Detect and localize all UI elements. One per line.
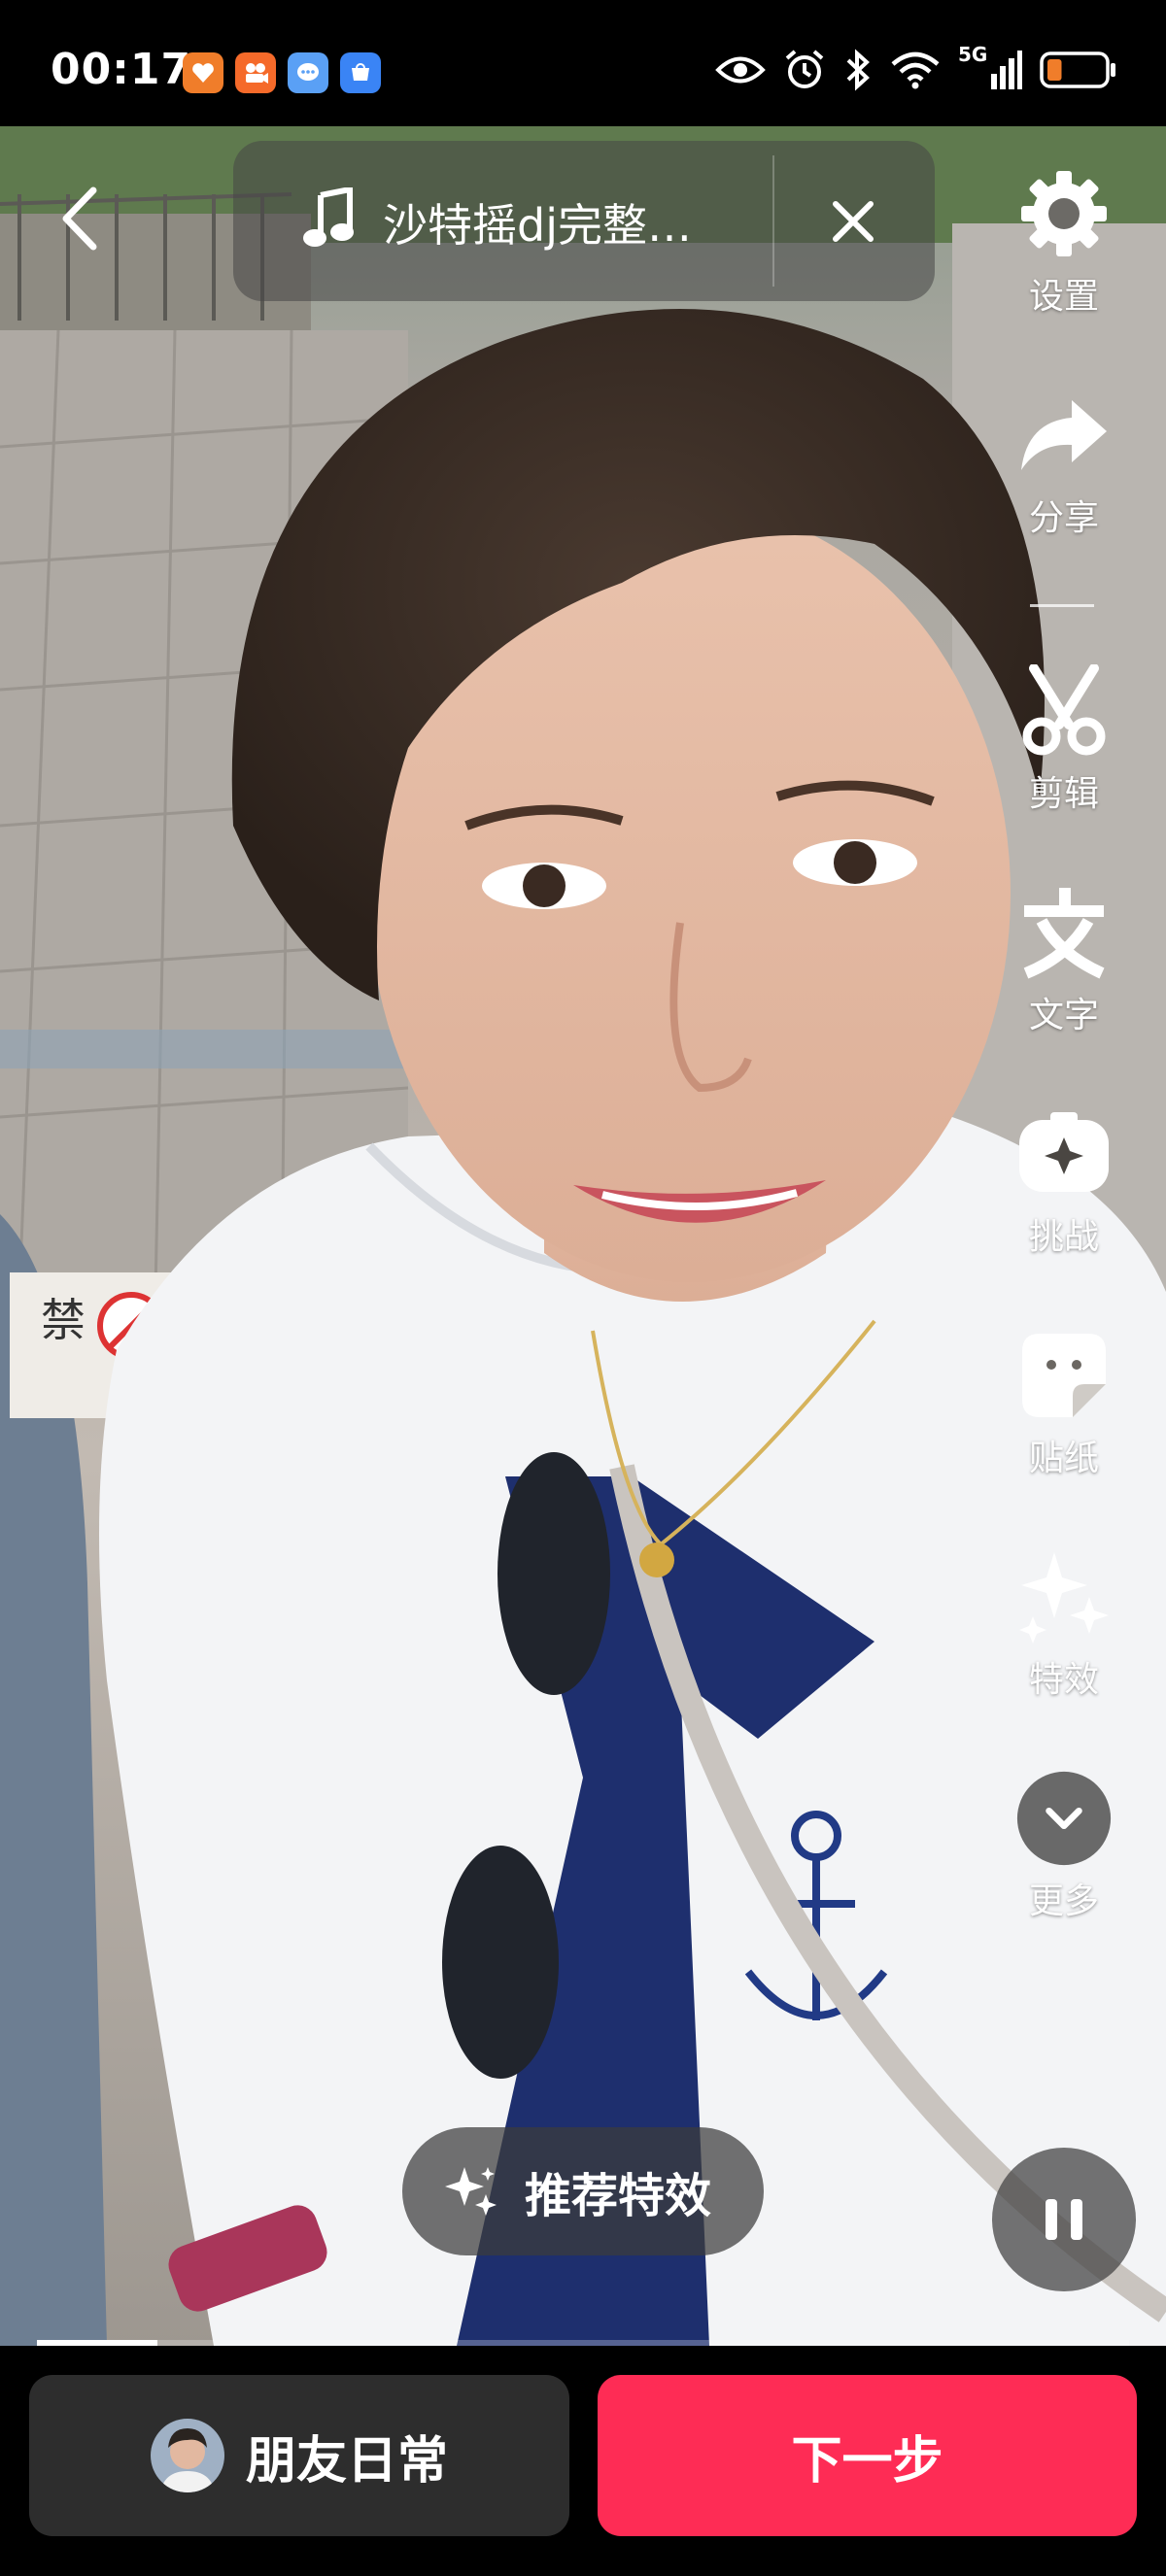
bluetooth-icon	[846, 49, 870, 91]
tool-more[interactable]: 更多	[1001, 1770, 1127, 1923]
camera-preview: 禁	[0, 126, 1166, 2346]
remove-music-button[interactable]	[826, 194, 880, 249]
friends-daily-label: 朋友日常	[245, 2431, 448, 2491]
back-button[interactable]	[56, 180, 111, 257]
close-icon	[833, 201, 874, 242]
no-smoking-sign-text: 禁	[41, 1294, 86, 1346]
tool-share[interactable]: 分享	[1001, 387, 1127, 540]
gear-icon	[1021, 171, 1107, 256]
music-title[interactable]: 沙特摇dj完整…	[383, 190, 692, 254]
chevron-down-icon	[1016, 1771, 1112, 1866]
tool-challenge-label: 挑战	[1028, 1217, 1099, 1257]
tool-settings-label: 设置	[1028, 277, 1099, 317]
tool-text[interactable]: 文字	[1001, 884, 1127, 1037]
tool-edit-label: 剪辑	[1028, 774, 1099, 814]
sparkle-icon	[445, 2167, 497, 2216]
friends-daily-button[interactable]: 朋友日常	[29, 2375, 569, 2536]
tool-share-label: 分享	[1028, 498, 1099, 538]
notification-icons	[183, 52, 381, 93]
eye-icon	[715, 56, 766, 84]
battery-icon	[1040, 51, 1115, 88]
music-note-icon	[303, 187, 354, 247]
tool-sticker[interactable]: 贴纸	[1001, 1327, 1127, 1480]
next-step-label: 下一步	[791, 2431, 943, 2491]
video-app-icon	[235, 52, 276, 93]
share-arrow-icon	[1021, 400, 1107, 470]
selfie-photo: 禁	[0, 126, 1166, 2346]
tool-settings[interactable]: 设置	[1001, 165, 1127, 319]
pause-icon	[1046, 2199, 1082, 2240]
tool-more-label: 更多	[1028, 1881, 1099, 1921]
signal-icon: 5G	[958, 43, 1022, 91]
chevron-left-icon	[62, 186, 97, 251]
avatar	[150, 2419, 224, 2492]
tool-effects-label: 特效	[1028, 1660, 1099, 1700]
next-step-button[interactable]: 下一步	[598, 2375, 1137, 2536]
recommend-effects-button[interactable]: 推荐特效	[402, 2127, 764, 2255]
toolbar-divider	[1030, 604, 1094, 607]
sparkle-icon	[1019, 1552, 1109, 1644]
pause-button[interactable]	[992, 2148, 1136, 2291]
store-app-icon	[340, 52, 381, 93]
tool-effects[interactable]: 特效	[1001, 1548, 1127, 1702]
chat-app-icon	[288, 52, 328, 93]
system-icons: 5G	[715, 43, 1117, 91]
tool-challenge[interactable]: 挑战	[1001, 1105, 1127, 1259]
tool-sticker-label: 贴纸	[1028, 1439, 1099, 1478]
wifi-icon	[891, 51, 940, 89]
tool-edit[interactable]: 剪辑	[1001, 662, 1127, 816]
sticker-icon	[1022, 1334, 1106, 1417]
challenge-icon	[1019, 1112, 1109, 1192]
text-icon	[1023, 888, 1105, 979]
bottom-bar: 朋友日常 下一步	[0, 2346, 1166, 2576]
heart-app-icon	[183, 52, 223, 93]
alarm-icon	[785, 50, 824, 88]
tool-text-label: 文字	[1028, 996, 1099, 1035]
status-time: 00:17	[51, 45, 192, 94]
pill-divider	[772, 155, 774, 287]
status-bar: 00:17 5G	[0, 0, 1166, 126]
scissors-icon	[1022, 664, 1106, 756]
recommend-effects-label: 推荐特效	[525, 2169, 712, 2223]
